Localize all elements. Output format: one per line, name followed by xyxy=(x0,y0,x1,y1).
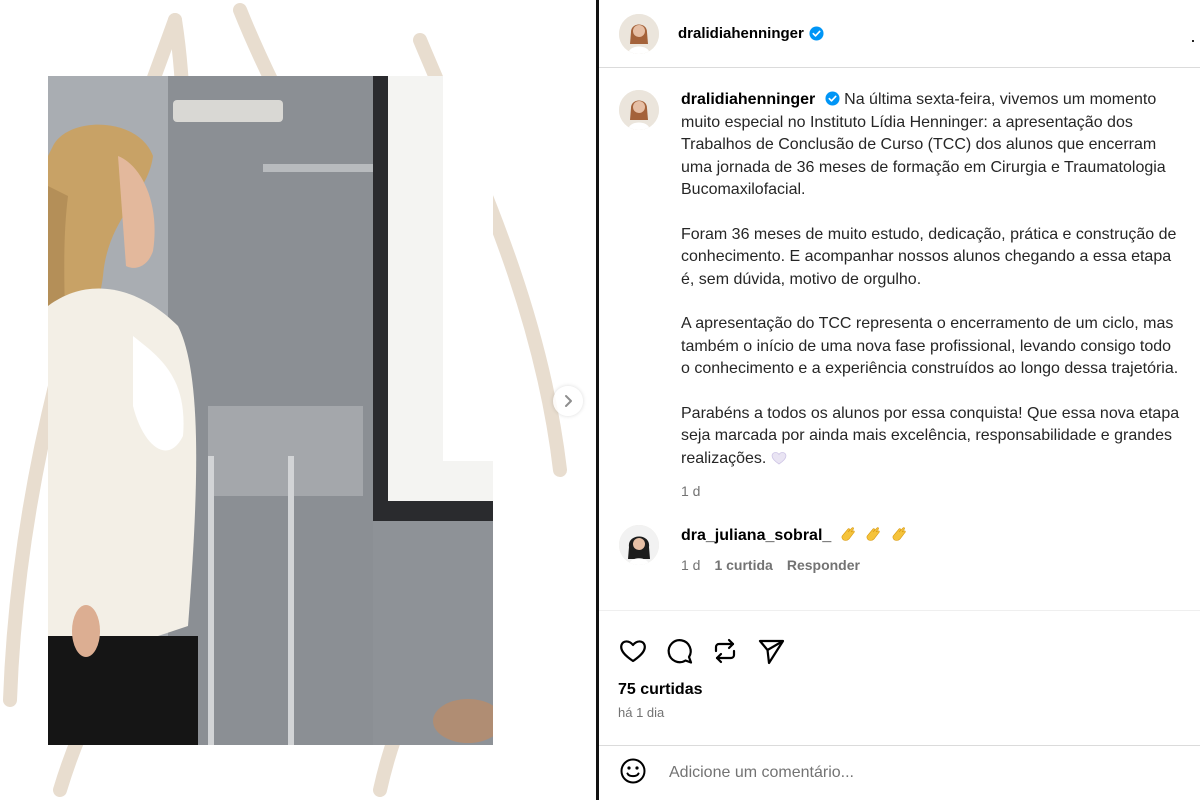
reply-button[interactable]: Responder xyxy=(787,557,860,573)
caption-time[interactable]: 1 d xyxy=(681,480,1180,503)
like-count[interactable]: 75 curtidas xyxy=(599,681,1200,699)
verified-badge-icon xyxy=(825,91,840,106)
chevron-right-icon xyxy=(565,395,572,407)
heart-icon[interactable] xyxy=(618,636,648,666)
caption-text: dralidiahenninger Na última sexta-feira,… xyxy=(681,89,1180,503)
author-avatar[interactable] xyxy=(619,13,659,54)
verified-badge-icon xyxy=(809,26,824,41)
caption-paragraph-4: Parabéns a todos os alunos por essa conq… xyxy=(681,404,1180,467)
clap-emoji-icon xyxy=(892,526,906,541)
comment-item: dra_juliana_sobral_ 1 d 1 curtida Respon… xyxy=(599,503,1200,573)
caption-username[interactable]: dralidiahenninger xyxy=(681,91,815,108)
post-age: há 1 dia xyxy=(618,705,665,720)
comment-icon[interactable] xyxy=(664,636,694,666)
author-avatar-caption[interactable] xyxy=(619,90,659,130)
next-photo-button[interactable] xyxy=(553,386,583,416)
post-header: dralidiahenninger ·· xyxy=(599,0,1200,68)
comments-section: dralidiahenninger Na última sexta-feira,… xyxy=(599,69,1200,610)
comment-text: dra_juliana_sobral_ xyxy=(681,525,908,545)
comment-meta: 1 d 1 curtida Responder xyxy=(681,557,908,573)
comment-input[interactable] xyxy=(669,764,1149,782)
repost-icon[interactable] xyxy=(710,636,740,666)
comment-time[interactable]: 1 d xyxy=(681,557,700,573)
clap-emoji-icon xyxy=(866,526,880,541)
author-username[interactable]: dralidiahenninger xyxy=(678,25,804,42)
send-icon[interactable] xyxy=(756,636,786,666)
commenter-username[interactable]: dra_juliana_sobral_ xyxy=(681,527,831,544)
emoji-icon[interactable] xyxy=(619,757,647,790)
comment-likes[interactable]: 1 curtida xyxy=(714,557,772,573)
post-actions-area: 75 curtidas há 1 dia xyxy=(599,610,1200,720)
add-comment-bar xyxy=(599,745,1200,800)
action-bar xyxy=(599,611,1200,673)
commenter-avatar[interactable] xyxy=(619,524,659,565)
post-caption: dralidiahenninger Na última sexta-feira,… xyxy=(599,69,1200,503)
caption-paragraph-3: A apresentação do TCC representa o encer… xyxy=(681,315,1179,377)
caption-paragraph-2: Foram 36 meses de muito estudo, dedicaçã… xyxy=(681,225,1177,288)
post-media xyxy=(0,0,596,800)
post-photo xyxy=(48,76,493,745)
clap-emoji-icon xyxy=(841,526,855,541)
heart-emoji-icon xyxy=(771,451,787,464)
post-details-panel: dralidiahenninger ·· dralidiahenninger xyxy=(599,0,1200,800)
more-options-icon[interactable]: ·· xyxy=(1190,30,1200,51)
